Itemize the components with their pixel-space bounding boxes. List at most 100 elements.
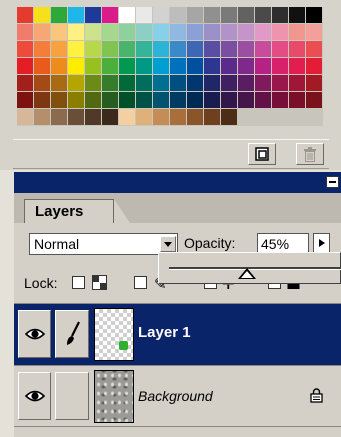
blend-mode-select[interactable]: Normal xyxy=(29,233,178,255)
color-swatch[interactable] xyxy=(153,75,170,92)
color-swatch[interactable] xyxy=(289,24,306,41)
color-swatch[interactable] xyxy=(85,109,102,126)
color-swatch[interactable] xyxy=(119,24,136,41)
lock-transparency-checkbox[interactable] xyxy=(72,276,85,289)
color-swatch[interactable] xyxy=(187,41,204,58)
color-swatch[interactable] xyxy=(136,7,153,24)
layer-row[interactable]: Background xyxy=(14,365,341,427)
color-swatch[interactable] xyxy=(68,7,85,24)
color-swatch[interactable] xyxy=(238,24,255,41)
color-swatch[interactable] xyxy=(170,7,187,24)
color-swatch[interactable] xyxy=(289,58,306,75)
new-swatch-button[interactable] xyxy=(248,143,276,165)
color-swatch[interactable] xyxy=(289,7,306,24)
palette-titlebar[interactable] xyxy=(14,172,341,193)
color-swatch[interactable] xyxy=(136,109,153,126)
color-swatch[interactable] xyxy=(187,92,204,109)
color-swatch[interactable] xyxy=(306,41,323,58)
color-swatch[interactable] xyxy=(306,92,323,109)
lock-image-checkbox[interactable] xyxy=(134,276,147,289)
color-swatch[interactable] xyxy=(85,7,102,24)
color-swatch[interactable] xyxy=(272,75,289,92)
color-swatch[interactable] xyxy=(187,7,204,24)
color-swatch[interactable] xyxy=(238,58,255,75)
opacity-slider-toggle[interactable] xyxy=(313,233,330,254)
visibility-toggle[interactable] xyxy=(18,372,51,420)
color-swatch[interactable] xyxy=(17,109,34,126)
color-swatch[interactable] xyxy=(221,41,238,58)
color-swatch[interactable] xyxy=(272,92,289,109)
color-swatch[interactable] xyxy=(221,7,238,24)
color-swatch[interactable] xyxy=(68,92,85,109)
color-swatch[interactable] xyxy=(153,41,170,58)
color-swatch[interactable] xyxy=(85,92,102,109)
color-swatch[interactable] xyxy=(306,58,323,75)
color-swatch[interactable] xyxy=(153,58,170,75)
color-swatch[interactable] xyxy=(204,7,221,24)
color-swatch[interactable] xyxy=(289,75,306,92)
color-swatch[interactable] xyxy=(187,75,204,92)
color-swatch[interactable] xyxy=(153,7,170,24)
color-swatch[interactable] xyxy=(153,109,170,126)
color-swatch[interactable] xyxy=(272,109,289,126)
color-swatch[interactable] xyxy=(85,41,102,58)
color-swatch[interactable] xyxy=(119,92,136,109)
color-swatch[interactable] xyxy=(170,58,187,75)
color-swatch[interactable] xyxy=(68,109,85,126)
color-swatch[interactable] xyxy=(17,75,34,92)
color-swatch[interactable] xyxy=(102,7,119,24)
color-swatch[interactable] xyxy=(289,41,306,58)
color-swatch[interactable] xyxy=(289,109,306,126)
color-swatch[interactable] xyxy=(51,7,68,24)
color-swatch[interactable] xyxy=(102,41,119,58)
color-swatch[interactable] xyxy=(51,75,68,92)
color-swatch[interactable] xyxy=(102,92,119,109)
color-swatch[interactable] xyxy=(238,7,255,24)
color-swatch[interactable] xyxy=(306,75,323,92)
color-swatch[interactable] xyxy=(255,75,272,92)
color-swatch[interactable] xyxy=(221,109,238,126)
color-swatch[interactable] xyxy=(204,92,221,109)
color-swatch[interactable] xyxy=(255,92,272,109)
color-swatch[interactable] xyxy=(119,109,136,126)
color-swatch[interactable] xyxy=(204,24,221,41)
color-swatch[interactable] xyxy=(187,24,204,41)
color-swatch[interactable] xyxy=(102,75,119,92)
visibility-toggle[interactable] xyxy=(18,310,51,358)
color-swatch[interactable] xyxy=(221,92,238,109)
color-swatch[interactable] xyxy=(85,24,102,41)
palette-menu-button[interactable] xyxy=(326,176,339,188)
color-swatch[interactable] xyxy=(238,109,255,126)
color-swatch[interactable] xyxy=(17,92,34,109)
color-swatch[interactable] xyxy=(204,75,221,92)
opacity-input[interactable]: 45% xyxy=(257,233,309,254)
color-swatch[interactable] xyxy=(255,109,272,126)
color-swatch[interactable] xyxy=(204,41,221,58)
color-swatch[interactable] xyxy=(255,24,272,41)
color-swatch[interactable] xyxy=(34,24,51,41)
color-swatch[interactable] xyxy=(221,75,238,92)
color-swatch[interactable] xyxy=(170,75,187,92)
color-swatch[interactable] xyxy=(17,24,34,41)
color-swatch[interactable] xyxy=(85,58,102,75)
color-swatch[interactable] xyxy=(255,41,272,58)
opacity-slider-thumb[interactable] xyxy=(237,268,256,279)
color-swatch[interactable] xyxy=(255,58,272,75)
color-swatch[interactable] xyxy=(255,7,272,24)
color-swatch[interactable] xyxy=(119,75,136,92)
color-swatch[interactable] xyxy=(102,109,119,126)
color-swatch[interactable] xyxy=(136,24,153,41)
color-swatch[interactable] xyxy=(204,58,221,75)
color-swatch[interactable] xyxy=(238,75,255,92)
color-swatch[interactable] xyxy=(34,58,51,75)
color-swatch[interactable] xyxy=(68,58,85,75)
color-swatch[interactable] xyxy=(289,92,306,109)
color-swatch[interactable] xyxy=(170,41,187,58)
color-swatch[interactable] xyxy=(51,109,68,126)
color-swatch[interactable] xyxy=(17,58,34,75)
color-swatch[interactable] xyxy=(68,24,85,41)
color-swatch[interactable] xyxy=(221,58,238,75)
color-swatch[interactable] xyxy=(170,92,187,109)
color-swatch[interactable] xyxy=(238,41,255,58)
layer-edit-indicator[interactable] xyxy=(55,310,89,358)
